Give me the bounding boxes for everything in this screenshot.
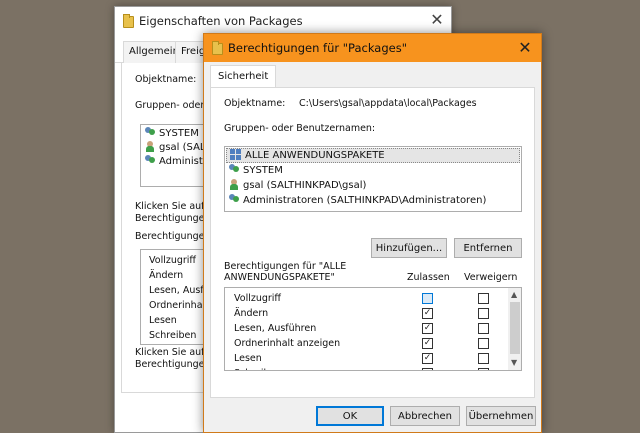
allow-checkbox[interactable]: ✓	[422, 323, 433, 334]
folder-icon	[212, 41, 223, 55]
permission-name: Lesen	[149, 315, 177, 326]
permission-name: Schreiben	[234, 368, 281, 370]
deny-checkbox[interactable]	[478, 323, 489, 334]
folder-icon	[123, 14, 134, 28]
properties-title: Eigenschaften von Packages	[139, 14, 303, 28]
close-icon[interactable]: ✕	[517, 40, 533, 56]
permissions-header-line1: Berechtigungen für "ALLE	[224, 261, 347, 272]
permissions-table: Vollzugriff Ändern ✓ Lesen, Ausführen ✓ Ordne…	[224, 287, 522, 371]
permissions-tabbar: Sicherheit	[204, 62, 541, 88]
permission-name: Vollzugriff	[234, 293, 281, 304]
object-name-value: C:\Users\gsal\appdata\local\Packages	[299, 98, 477, 109]
allow-column-header: Zulassen	[407, 272, 450, 283]
permission-row: Schreiben	[225, 366, 508, 370]
user-icon	[229, 179, 240, 190]
deny-checkbox[interactable]	[478, 338, 489, 349]
permission-name: Ändern	[234, 308, 269, 319]
users-icon	[229, 194, 240, 204]
deny-checkbox[interactable]	[478, 293, 489, 304]
deny-checkbox[interactable]	[478, 368, 489, 370]
cancel-button[interactable]: Abbrechen	[390, 406, 460, 426]
permission-row: Ändern ✓	[225, 306, 508, 321]
chevron-up-icon[interactable]: ▲	[511, 290, 517, 299]
object-name-label: Objektname:	[135, 74, 197, 85]
user-icon	[145, 141, 156, 152]
allow-checkbox[interactable]	[422, 293, 433, 304]
permission-name: Lesen	[234, 353, 262, 364]
ok-button[interactable]: OK	[316, 406, 384, 426]
permissions-header-line2: ANWENDUNGSPAKETE"	[224, 272, 335, 283]
permission-row: Lesen ✓	[225, 351, 508, 366]
users-icon	[145, 127, 156, 137]
list-item[interactable]: SYSTEM	[145, 127, 199, 141]
permissions-titlebar: Berechtigungen für "Packages" ✕	[204, 34, 541, 62]
list-item[interactable]: SYSTEM	[229, 164, 283, 178]
apply-button[interactable]: Übernehmen	[466, 406, 536, 426]
permission-name: Schreiben	[149, 330, 197, 341]
permission-name: Lesen, Ausführen	[234, 323, 317, 334]
permission-row: Vollzugriff	[225, 291, 508, 306]
permission-name: Vollzugriff	[149, 255, 196, 266]
allow-checkbox[interactable]: ✓	[422, 308, 433, 319]
allow-checkbox[interactable]: ✓	[422, 353, 433, 364]
allow-checkbox[interactable]: ✓	[422, 338, 433, 349]
list-item[interactable]: gsal (SALTHINKPAD\gsal)	[229, 179, 366, 193]
allow-checkbox[interactable]	[422, 368, 433, 370]
package-grid-icon	[230, 149, 242, 160]
security-panel: Objektname: C:\Users\gsal\appdata\local\…	[210, 87, 535, 398]
permissions-dialog: Berechtigungen für "Packages" ✕ Sicherhe…	[203, 33, 542, 433]
permission-name: Ordnerinhalt anzeigen	[234, 338, 341, 349]
scrollbar[interactable]: ▲ ▼	[508, 288, 521, 370]
tab-sicherheit[interactable]: Sicherheit	[210, 65, 277, 88]
groups-list[interactable]: ALLE ANWENDUNGSPAKETE SYSTEM gsal (SALTH…	[224, 146, 522, 212]
remove-button[interactable]: Entfernen	[454, 238, 522, 258]
permission-row: Ordnerinhalt anzeigen ✓	[225, 336, 508, 351]
properties-titlebar: Eigenschaften von Packages ✕	[115, 7, 451, 35]
deny-checkbox[interactable]	[478, 308, 489, 319]
close-icon[interactable]: ✕	[429, 12, 445, 28]
chevron-down-icon[interactable]: ▼	[511, 358, 517, 367]
permission-row: Lesen, Ausführen ✓	[225, 321, 508, 336]
deny-column-header: Verweigern	[464, 272, 518, 283]
groups-label: Gruppen- oder B	[135, 100, 214, 111]
users-icon	[229, 164, 240, 174]
object-name-label: Objektname:	[224, 98, 286, 109]
add-button[interactable]: Hinzufügen...	[371, 238, 447, 258]
deny-checkbox[interactable]	[478, 353, 489, 364]
users-icon	[145, 155, 156, 165]
groups-label: Gruppen- oder Benutzernamen:	[224, 123, 376, 134]
scrollbar-thumb[interactable]	[510, 302, 520, 354]
permission-name: Ändern	[149, 270, 184, 281]
permissions-title: Berechtigungen für "Packages"	[228, 41, 407, 55]
list-item[interactable]: Administratoren (SALTHINKPAD\Administrat…	[229, 194, 486, 208]
list-item[interactable]: ALLE ANWENDUNGSPAKETE	[226, 148, 520, 163]
